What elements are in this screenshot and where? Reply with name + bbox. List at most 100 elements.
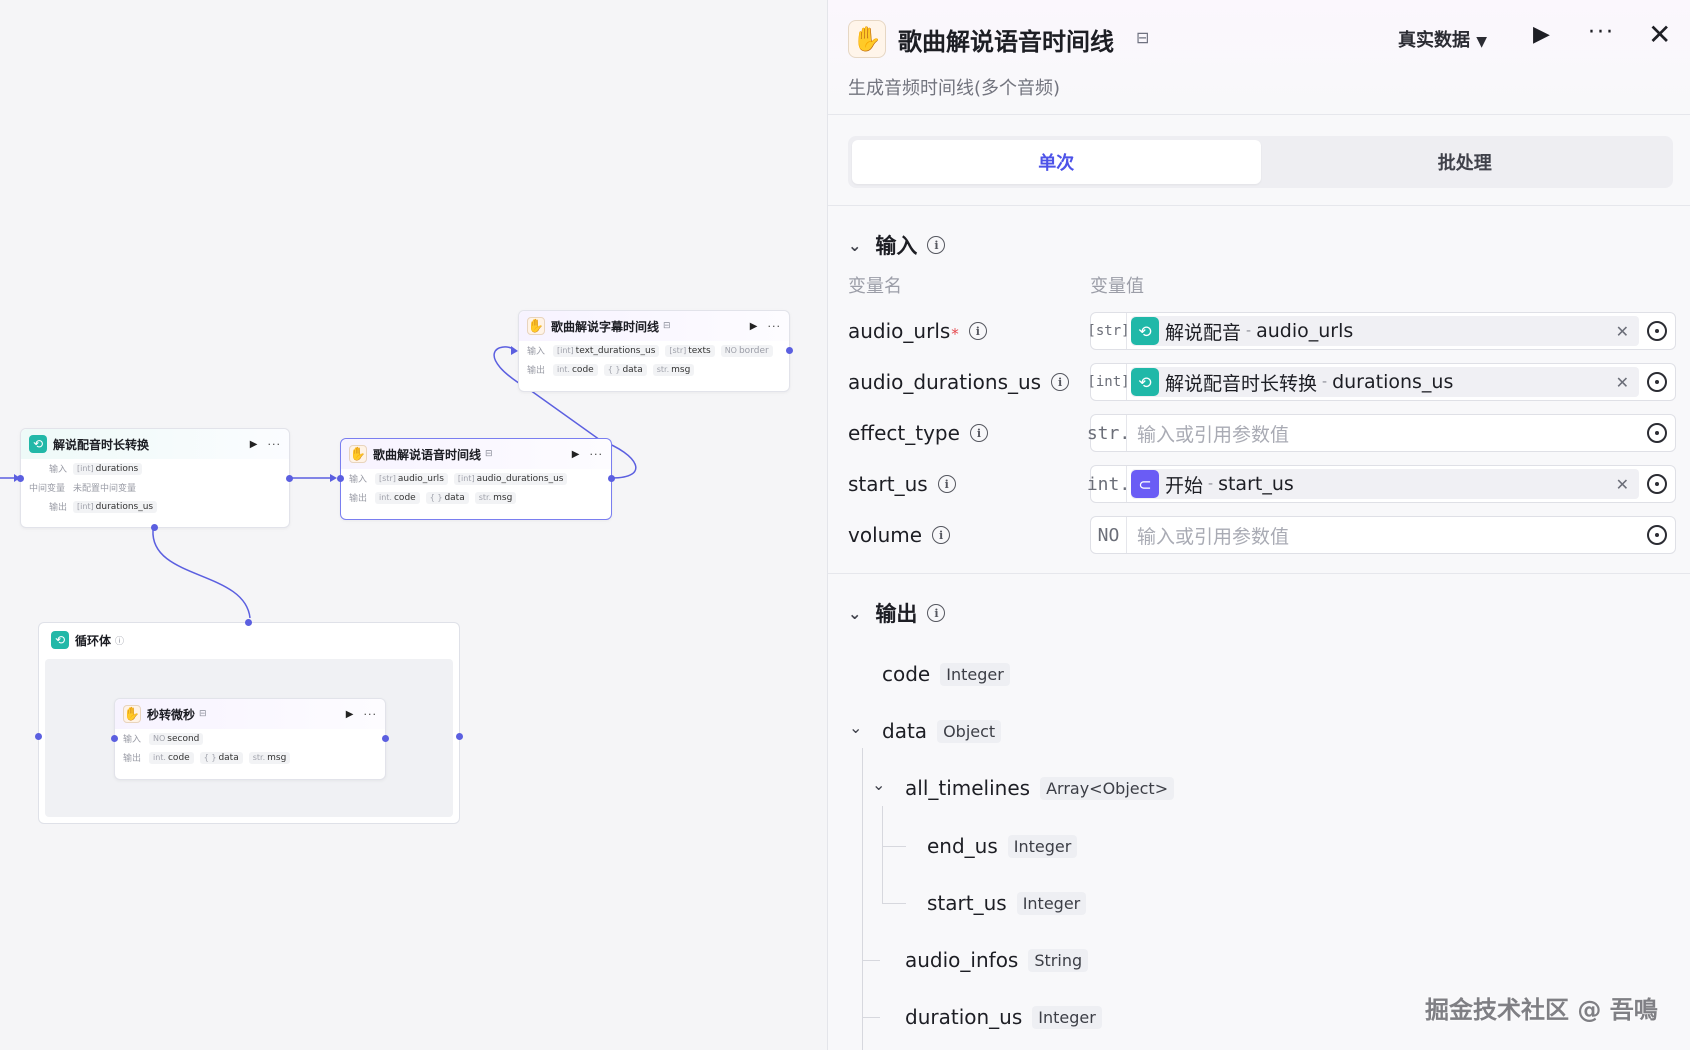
- node-header: ✋ 歌曲解说字幕时间线 ⊟ ▶ ···: [519, 311, 789, 341]
- close-button[interactable]: ✕: [1648, 18, 1671, 51]
- param-type: [int]: [557, 346, 574, 355]
- output-field: audio_infos String: [905, 945, 1089, 975]
- param-name: audio_urls: [397, 473, 444, 484]
- input-port[interactable]: [111, 735, 118, 742]
- param-tag: str. msg: [248, 751, 291, 764]
- panel-title[interactable]: 歌曲解说语音时间线: [898, 22, 1114, 57]
- clear-reference-button[interactable]: ✕: [1616, 322, 1629, 341]
- loop-output-port[interactable]: [456, 733, 463, 740]
- clear-reference-button[interactable]: ✕: [1616, 475, 1629, 494]
- param-tag: int. code: [149, 751, 194, 764]
- reference-picker-button[interactable]: [1639, 423, 1675, 443]
- run-node-button[interactable]: ▶: [572, 449, 580, 460]
- reference-picker-button[interactable]: [1639, 474, 1675, 494]
- param-name: msg: [267, 752, 287, 763]
- info-icon[interactable]: i: [968, 322, 987, 340]
- var-name-text: start_us: [848, 472, 928, 496]
- node-output-row: 输出 int. code { } data str. msg: [341, 488, 611, 507]
- data-source-select[interactable]: 真实数据 ▼: [1398, 26, 1487, 52]
- param-tag: { } data: [603, 363, 647, 376]
- var-name: effect_type i: [848, 421, 1090, 445]
- tab-batch[interactable]: 批处理: [1261, 140, 1670, 184]
- var-name-text: effect_type: [848, 421, 960, 445]
- var-value-field[interactable]: int. ⊂ 开始 - start_us ✕: [1087, 465, 1676, 503]
- var-name: audio_urls * i: [848, 319, 1090, 343]
- target-icon: [1647, 525, 1667, 545]
- workflow-canvas[interactable]: ⟲ 解说配音时长转换 ▶ ··· 输入 [int] durations 中间变量 …: [0, 0, 827, 1050]
- info-icon[interactable]: i: [969, 424, 988, 442]
- var-value-field[interactable]: NO 输入或引用参数值: [1090, 516, 1676, 554]
- tab-single[interactable]: 单次: [852, 140, 1261, 184]
- value-input[interactable]: 输入或引用参数值: [1127, 420, 1639, 447]
- node-duration-convert[interactable]: ⟲ 解说配音时长转换 ▶ ··· 输入 [int] durations 中间变量 …: [17, 428, 293, 531]
- param-tag: int. code: [553, 363, 598, 376]
- var-value-field[interactable]: [str] ⟲ 解说配音 - audio_urls ✕: [1087, 312, 1676, 350]
- param-name: data: [444, 492, 465, 503]
- required-mark: *: [951, 325, 959, 343]
- more-options-button[interactable]: ···: [768, 320, 782, 333]
- node-sec-to-us[interactable]: ✋ 秒转微秒 ⊟ ▶ ··· 输入 NO second 输出 int. code {…: [111, 698, 389, 780]
- more-options-button[interactable]: ···: [1588, 20, 1615, 45]
- output-field-name: audio_infos: [905, 948, 1019, 972]
- chevron-down-icon[interactable]: ⌄: [872, 775, 885, 794]
- var-value-field[interactable]: [int] ⟲ 解说配音时长转换 - durations_us ✕: [1087, 363, 1676, 401]
- info-icon[interactable]: i: [927, 236, 946, 254]
- reference-picker-button[interactable]: [1639, 525, 1675, 545]
- info-icon[interactable]: i: [932, 526, 951, 544]
- more-options-button[interactable]: ···: [268, 438, 282, 451]
- info-icon[interactable]: i: [927, 604, 946, 622]
- reference-chip[interactable]: ⊂ 开始 - start_us ✕: [1131, 469, 1639, 499]
- run-button[interactable]: ▶: [1533, 22, 1550, 47]
- output-port[interactable]: [382, 735, 389, 742]
- loop-icon: ⟲: [29, 435, 47, 453]
- input-port[interactable]: [17, 475, 24, 482]
- input-section-header[interactable]: ⌄ 输入 i: [848, 230, 946, 260]
- node-voice-timeline[interactable]: ✋ 歌曲解说语音时间线 ⊟ ▶ ··· 输入 [str] audio_urls […: [337, 438, 615, 520]
- output-section-header[interactable]: ⌄ 输出 i: [848, 598, 946, 628]
- loop-input-port[interactable]: [35, 733, 42, 740]
- run-node-button[interactable]: ▶: [750, 321, 758, 332]
- panel-subtitle[interactable]: 生成音频时间线(多个音频): [848, 74, 1060, 100]
- more-options-button[interactable]: ···: [364, 708, 378, 721]
- caret-down-icon: ▼: [1476, 34, 1488, 50]
- node-title: 歌曲解说语音时间线: [373, 447, 482, 462]
- node-subtitle-timeline[interactable]: ✋ 歌曲解说字幕时间线 ⊟ ▶ ··· 输入 [int] text_duratio…: [518, 310, 793, 392]
- reference-chip[interactable]: ⟲ 解说配音 - audio_urls ✕: [1131, 316, 1639, 346]
- reference-picker-button[interactable]: [1639, 321, 1675, 341]
- param-name: durations_us: [95, 501, 154, 512]
- input-port[interactable]: [337, 475, 344, 482]
- chevron-down-icon[interactable]: ⌄: [848, 236, 861, 255]
- reference-chip[interactable]: ⟲ 解说配音时长转换 - durations_us ✕: [1131, 367, 1639, 397]
- target-icon: [1647, 372, 1667, 392]
- ref-node-name: 开始: [1165, 474, 1204, 497]
- reference-picker-button[interactable]: [1639, 372, 1675, 392]
- tree-guide-line: [862, 960, 880, 961]
- param-tag: { } data: [425, 491, 469, 504]
- arrowhead: [511, 346, 518, 355]
- output-port[interactable]: [608, 475, 615, 482]
- section-title: 输出: [875, 602, 918, 626]
- loop-port[interactable]: [151, 524, 158, 531]
- info-icon[interactable]: i: [1051, 373, 1070, 391]
- chevron-down-icon[interactable]: ⌄: [848, 604, 861, 623]
- output-field-name: end_us: [927, 834, 998, 858]
- value-input[interactable]: 输入或引用参数值: [1127, 522, 1639, 549]
- info-icon[interactable]: i: [937, 475, 956, 493]
- row-label: 输入: [349, 475, 368, 485]
- var-value-field[interactable]: str. 输入或引用参数值: [1087, 414, 1676, 452]
- node-output-row: 输出 int. code { } data str. msg: [115, 748, 385, 767]
- output-port[interactable]: [786, 347, 793, 354]
- row-label: 输出: [48, 503, 67, 513]
- output-port[interactable]: [286, 475, 293, 482]
- chevron-down-icon[interactable]: ⌄: [849, 718, 862, 737]
- clear-reference-button[interactable]: ✕: [1616, 373, 1629, 392]
- run-node-button[interactable]: ▶: [250, 439, 258, 450]
- param-type: [int]: [77, 502, 94, 511]
- loop-top-port[interactable]: [245, 619, 252, 626]
- node-input-row: 输入 [str] audio_urls [int] audio_durations_…: [341, 469, 611, 488]
- run-node-button[interactable]: ▶: [346, 709, 354, 720]
- row-label: 输出: [527, 366, 546, 376]
- var-name: volume i: [848, 523, 1090, 547]
- more-options-button[interactable]: ···: [590, 448, 604, 461]
- column-header-value: 变量值: [1090, 276, 1144, 297]
